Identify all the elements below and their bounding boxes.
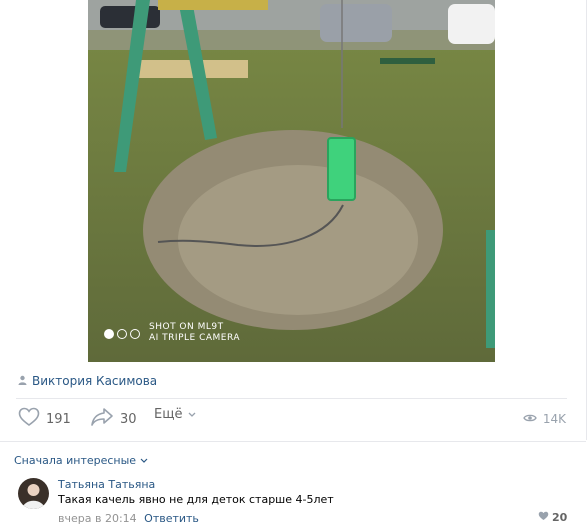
view-counter: 14K (523, 412, 566, 426)
comments-section: Сначала интересные Татьяна Татьяна Такая… (0, 441, 586, 532)
comment-author[interactable]: Татьяна Татьяна (58, 478, 155, 491)
chevron-down-icon (140, 454, 148, 467)
like-count: 191 (46, 411, 71, 427)
view-count: 14K (542, 412, 566, 426)
share-count: 30 (120, 411, 137, 427)
more-label: Ещё (154, 407, 183, 422)
sort-label: Сначала интересные (14, 454, 137, 467)
post-divider (16, 398, 567, 399)
heart-icon (538, 511, 549, 524)
playground-swing-image (88, 0, 495, 362)
chevron-down-icon (188, 407, 196, 422)
like-button[interactable]: 191 (18, 407, 71, 431)
comment-like-button[interactable]: 20 (538, 511, 567, 524)
share-button[interactable]: 30 (90, 407, 137, 431)
post-actions: 191 30 Ещё 14K (0, 404, 586, 434)
reply-button[interactable]: Ответить (144, 512, 199, 525)
watermark-line-2: AI TRIPLE CAMERA (149, 333, 241, 343)
share-icon (90, 407, 114, 431)
more-menu[interactable]: Ещё (154, 407, 196, 422)
author-name[interactable]: Виктория Касимова (32, 374, 157, 388)
comment-meta: вчера в 20:14 Ответить (58, 512, 199, 525)
post: SHOT ON ML9T AI TRIPLE CAMERA Виктория К… (0, 0, 587, 440)
post-photo[interactable]: SHOT ON ML9T AI TRIPLE CAMERA (88, 0, 495, 362)
camera-dots-icon (104, 324, 143, 343)
watermark-line-1: SHOT ON ML9T (149, 322, 224, 332)
comment-sort-dropdown[interactable]: Сначала интересные (14, 454, 148, 467)
comment-time[interactable]: вчера в 20:14 (58, 512, 137, 525)
photo-watermark: SHOT ON ML9T AI TRIPLE CAMERA (104, 322, 240, 344)
comment-text: Такая качель явно не для деток старше 4-… (58, 493, 334, 506)
comment-like-count: 20 (552, 511, 568, 524)
avatar[interactable] (18, 478, 49, 509)
post-author[interactable]: Виктория Касимова (18, 374, 157, 388)
person-icon (18, 375, 27, 388)
heart-icon (18, 407, 40, 431)
eye-icon (523, 412, 537, 426)
